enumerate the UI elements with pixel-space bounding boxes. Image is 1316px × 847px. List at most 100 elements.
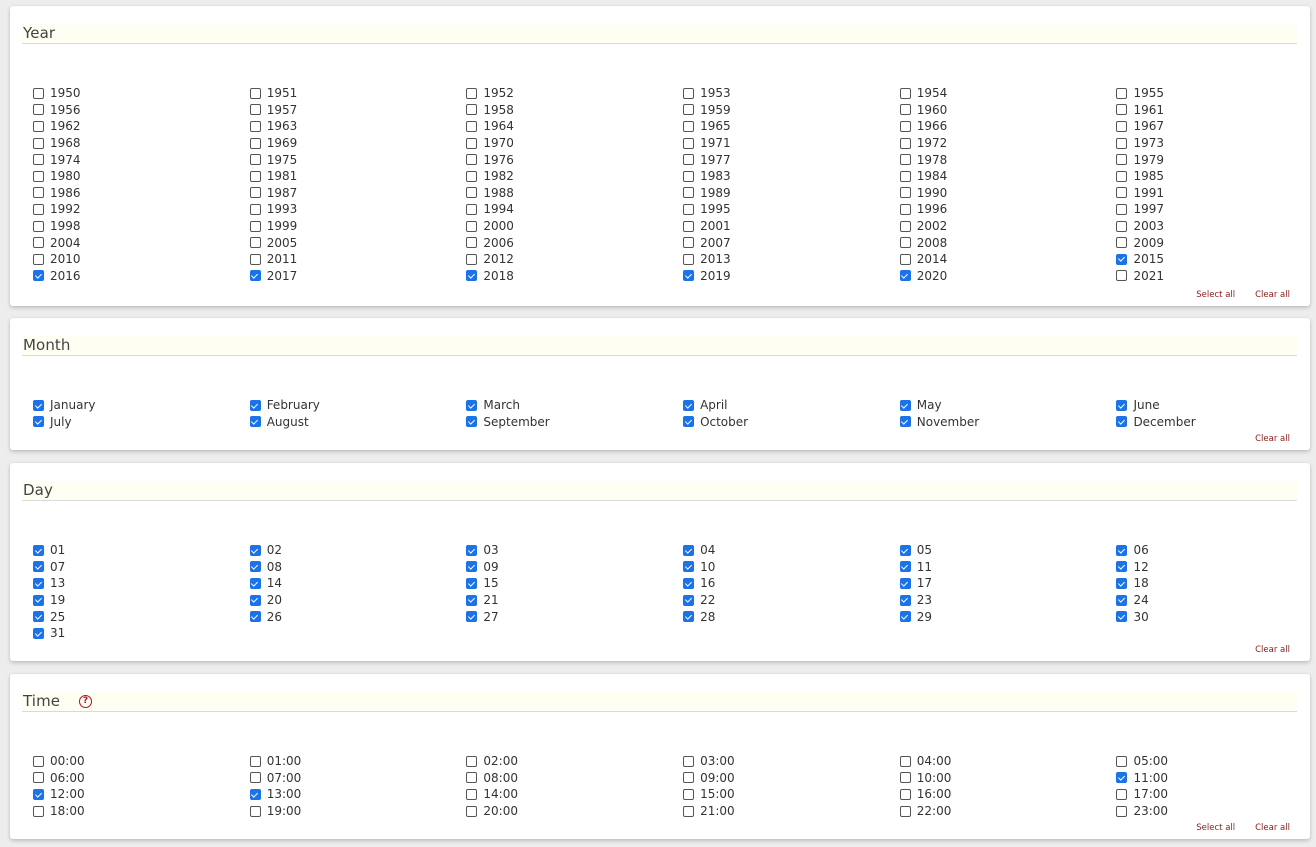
- year-checkbox[interactable]: [466, 237, 478, 249]
- year-option[interactable]: 2013: [683, 251, 900, 268]
- time-checkbox[interactable]: [249, 755, 261, 767]
- day-checkbox[interactable]: [899, 561, 911, 573]
- time-option[interactable]: 05:00: [1116, 753, 1316, 770]
- time-checkbox[interactable]: [249, 805, 261, 817]
- year-checkbox[interactable]: [33, 104, 44, 116]
- year-option[interactable]: 1986: [33, 185, 250, 202]
- time-option[interactable]: 15:00: [683, 786, 900, 803]
- year-checkbox[interactable]: [33, 237, 44, 249]
- year-option[interactable]: 1988: [466, 185, 683, 202]
- day-checkbox[interactable]: [249, 544, 261, 556]
- day-option[interactable]: 15: [466, 575, 683, 592]
- year-option[interactable]: 1984: [899, 168, 1117, 185]
- time-checkbox[interactable]: [466, 788, 478, 800]
- day-checkbox[interactable]: [683, 577, 695, 589]
- year-checkbox[interactable]: [899, 270, 911, 282]
- time-option[interactable]: 13:00: [249, 786, 467, 803]
- day-checkbox[interactable]: [33, 561, 44, 573]
- day-option[interactable]: 10: [683, 559, 900, 576]
- time-option[interactable]: 06:00: [33, 770, 250, 787]
- time-checkbox[interactable]: [683, 788, 695, 800]
- day-option[interactable]: 12: [1116, 559, 1316, 576]
- day-option[interactable]: 28: [683, 608, 900, 625]
- year-option[interactable]: 1968: [33, 135, 250, 152]
- day-checkbox[interactable]: [899, 577, 911, 589]
- month-checkbox[interactable]: [683, 416, 695, 428]
- day-option[interactable]: 06: [1116, 542, 1316, 559]
- day-checkbox[interactable]: [466, 594, 478, 606]
- day-checkbox[interactable]: [249, 561, 261, 573]
- year-checkbox[interactable]: [899, 87, 911, 99]
- year-checkbox[interactable]: [899, 137, 911, 149]
- day-checkbox[interactable]: [1116, 611, 1128, 623]
- year-checkbox[interactable]: [1116, 137, 1128, 149]
- question-circle-icon[interactable]: ?: [79, 695, 92, 708]
- year-option[interactable]: 1959: [683, 102, 900, 119]
- year-checkbox[interactable]: [249, 187, 261, 199]
- year-checkbox[interactable]: [466, 203, 478, 215]
- year-option[interactable]: 1975: [249, 151, 467, 168]
- time-option[interactable]: 17:00: [1116, 786, 1316, 803]
- day-option[interactable]: 07: [33, 559, 250, 576]
- month-option[interactable]: September: [466, 414, 683, 431]
- year-checkbox[interactable]: [899, 187, 911, 199]
- time-checkbox[interactable]: [466, 805, 478, 817]
- time-option[interactable]: 09:00: [683, 770, 900, 787]
- year-option[interactable]: 1955: [1116, 85, 1316, 102]
- time-checkbox[interactable]: [683, 772, 695, 784]
- year-checkbox[interactable]: [466, 104, 478, 116]
- year-option[interactable]: 1994: [466, 201, 683, 218]
- year-checkbox[interactable]: [466, 253, 478, 265]
- year-option[interactable]: 2000: [466, 218, 683, 235]
- time-checkbox[interactable]: [33, 788, 44, 800]
- month-checkbox[interactable]: [683, 399, 695, 411]
- day-checkbox[interactable]: [249, 611, 261, 623]
- month-option[interactable]: February: [249, 397, 467, 414]
- year-option[interactable]: 1998: [33, 218, 250, 235]
- year-option[interactable]: 2010: [33, 251, 250, 268]
- month-option[interactable]: May: [899, 397, 1117, 414]
- year-option[interactable]: 2014: [899, 251, 1117, 268]
- time-option[interactable]: 02:00: [466, 753, 683, 770]
- time-checkbox[interactable]: [33, 772, 44, 784]
- year-checkbox[interactable]: [466, 87, 478, 99]
- year-option[interactable]: 1995: [683, 201, 900, 218]
- time-checkbox[interactable]: [466, 772, 478, 784]
- year-option[interactable]: 1991: [1116, 185, 1316, 202]
- time-select-all-link[interactable]: Select all: [1196, 823, 1235, 833]
- year-checkbox[interactable]: [249, 253, 261, 265]
- year-option[interactable]: 1960: [899, 102, 1117, 119]
- year-checkbox[interactable]: [249, 203, 261, 215]
- year-checkbox[interactable]: [466, 120, 478, 132]
- year-checkbox[interactable]: [466, 154, 478, 166]
- year-option[interactable]: 2002: [899, 218, 1117, 235]
- time-checkbox[interactable]: [1116, 755, 1128, 767]
- year-option[interactable]: 1954: [899, 85, 1117, 102]
- month-checkbox[interactable]: [33, 416, 44, 428]
- year-option[interactable]: 1973: [1116, 135, 1316, 152]
- time-checkbox[interactable]: [683, 805, 695, 817]
- month-checkbox[interactable]: [249, 399, 261, 411]
- year-option[interactable]: 1958: [466, 102, 683, 119]
- time-checkbox[interactable]: [899, 805, 911, 817]
- year-checkbox[interactable]: [249, 104, 261, 116]
- day-option[interactable]: 03: [466, 542, 683, 559]
- day-checkbox[interactable]: [33, 577, 44, 589]
- day-checkbox[interactable]: [33, 627, 44, 639]
- year-option[interactable]: 1956: [33, 102, 250, 119]
- year-option[interactable]: 2011: [249, 251, 467, 268]
- time-checkbox[interactable]: [683, 755, 695, 767]
- year-option[interactable]: 1951: [249, 85, 467, 102]
- year-checkbox[interactable]: [1116, 120, 1128, 132]
- time-checkbox[interactable]: [899, 788, 911, 800]
- year-checkbox[interactable]: [899, 170, 911, 182]
- month-option[interactable]: January: [33, 397, 250, 414]
- day-checkbox[interactable]: [33, 594, 44, 606]
- day-checkbox[interactable]: [683, 594, 695, 606]
- year-option[interactable]: 1990: [899, 185, 1117, 202]
- year-option[interactable]: 2005: [249, 234, 467, 251]
- time-option[interactable]: 20:00: [466, 803, 683, 820]
- year-option[interactable]: 1996: [899, 201, 1117, 218]
- day-option[interactable]: 14: [249, 575, 467, 592]
- time-option[interactable]: 11:00: [1116, 770, 1316, 787]
